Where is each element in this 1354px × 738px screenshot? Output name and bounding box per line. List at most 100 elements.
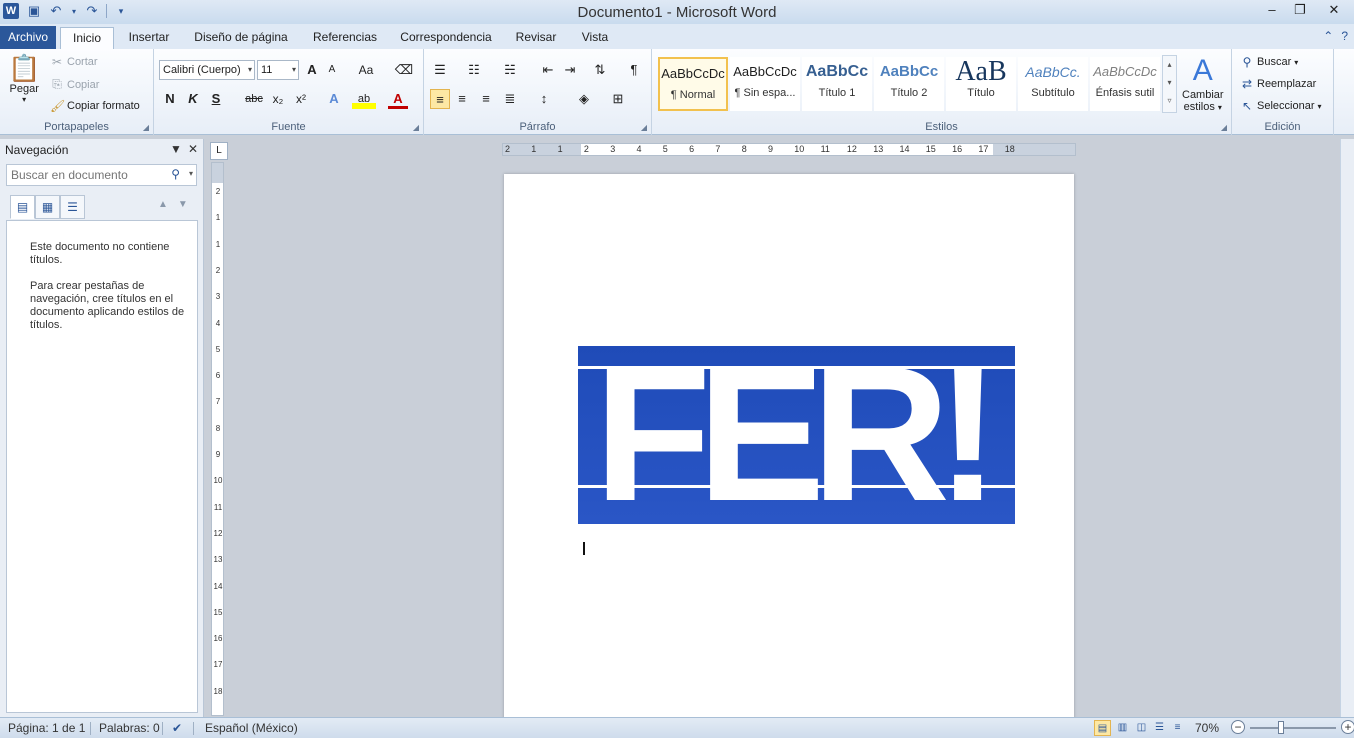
zoom-slider-thumb[interactable] <box>1278 721 1284 734</box>
align-center-icon[interactable]: ≡ <box>452 89 472 109</box>
tab-referencias[interactable]: Referencias <box>306 27 384 49</box>
undo-icon[interactable]: ↶ <box>48 3 64 19</box>
strikethrough-button[interactable]: abc <box>240 89 268 109</box>
style-titulo-2[interactable]: AaBbCc Título 2 <box>874 57 944 111</box>
numbering-icon[interactable]: ☷ <box>464 60 484 80</box>
style-sample: AaB <box>955 57 1007 87</box>
web-layout-icon[interactable]: ◫ <box>1133 720 1150 736</box>
page-count[interactable]: Página: 1 de 1 <box>8 721 85 735</box>
search-icon[interactable]: ⚲ <box>171 167 180 181</box>
paste-button[interactable]: 📋 Pegar ▾ <box>8 53 40 104</box>
word-count[interactable]: Palabras: 0 <box>99 721 160 735</box>
tab-diseno-de-pagina[interactable]: Diseño de página <box>186 27 296 49</box>
change-styles-button[interactable]: A Cambiar estilos ▾ <box>1182 53 1224 114</box>
minimize-ribbon-icon[interactable]: ⌃ <box>1323 29 1333 43</box>
font-size-select[interactable]: 11 ▾ <box>257 60 299 80</box>
language-indicator[interactable]: Español (México) <box>205 721 298 735</box>
bullets-icon[interactable]: ☰ <box>430 60 450 80</box>
align-right-icon[interactable]: ≡ <box>476 89 496 109</box>
text-effects-icon[interactable]: A <box>324 89 344 109</box>
search-document-input[interactable] <box>7 165 157 185</box>
browse-results-icon[interactable]: ☰ <box>60 195 85 219</box>
full-screen-reading-icon[interactable]: ▥ <box>1114 720 1131 736</box>
find-button[interactable]: ⚲ Buscar ▾ <box>1240 55 1299 69</box>
line-spacing-icon[interactable]: ↕ <box>534 89 554 109</box>
tab-insertar[interactable]: Insertar <box>120 27 178 49</box>
style-titulo-1[interactable]: AaBbCc Título 1 <box>802 57 872 111</box>
help-icon[interactable]: ? <box>1341 29 1348 43</box>
select-button[interactable]: ↖ Seleccionar ▾ <box>1240 99 1322 113</box>
styles-launcher-icon[interactable]: ◢ <box>1221 123 1227 132</box>
superscript-button[interactable]: x² <box>291 89 311 109</box>
replace-button[interactable]: ⇄ Reemplazar <box>1240 77 1316 91</box>
decrease-indent-icon[interactable]: ⇤ <box>538 60 558 80</box>
subscript-button[interactable]: x₂ <box>268 89 288 109</box>
copy-button[interactable]: ⎘ Copiar <box>50 77 99 92</box>
customize-qat-icon[interactable]: ▾ <box>113 3 129 19</box>
minimize-button[interactable]: ‒ <box>1258 0 1286 20</box>
style-enfasis-sutil[interactable]: AaBbCcDc Énfasis sutil <box>1090 57 1160 111</box>
document-page[interactable]: FER! <box>504 174 1074 724</box>
zoom-level[interactable]: 70% <box>1195 721 1219 735</box>
vertical-ruler[interactable]: 2 1 1 2 3 4 5 6 7 8 9 10 11 12 13 14 15 16 17 18 <box>211 162 224 716</box>
next-heading-icon[interactable]: ▼ <box>178 199 188 210</box>
outline-view-icon[interactable]: ☰ <box>1151 720 1168 736</box>
close-button[interactable]: ✕ <box>1314 0 1354 20</box>
pane-options-icon[interactable]: ▼ <box>170 142 182 156</box>
tab-archivo[interactable]: Archivo <box>0 26 56 49</box>
zoom-slider-track[interactable] <box>1250 727 1336 729</box>
style-titulo[interactable]: AaB Título <box>946 57 1016 111</box>
borders-icon[interactable]: ⊞ <box>608 89 628 109</box>
bold-button[interactable]: N <box>160 89 180 109</box>
redo-icon[interactable]: ↷ <box>84 3 100 19</box>
grow-font-button[interactable]: A <box>302 60 322 80</box>
underline-button[interactable]: S <box>206 89 226 109</box>
restore-button[interactable]: ❐ <box>1286 0 1314 20</box>
chevron-down-icon[interactable]: ▾ <box>189 169 193 178</box>
tab-inicio[interactable]: Inicio <box>60 27 114 49</box>
horizontal-ruler[interactable]: 2 1 1 2 3 4 5 6 7 8 9 10 11 12 13 14 15 16 17 18 <box>502 143 1076 156</box>
shrink-font-button[interactable]: A <box>322 60 342 80</box>
tab-revisar[interactable]: Revisar <box>508 27 564 49</box>
tab-correspondencia[interactable]: Correspondencia <box>394 27 498 49</box>
style-normal[interactable]: AaBbCcDc ¶ Normal <box>658 57 728 111</box>
sort-icon[interactable]: ⇅ <box>590 60 610 80</box>
previous-heading-icon[interactable]: ▲ <box>158 199 168 210</box>
font-name-select[interactable]: Calibri (Cuerpo) ▾ <box>159 60 255 80</box>
close-pane-icon[interactable]: ✕ <box>188 142 198 156</box>
style-subtitulo[interactable]: AaBbCc. Subtítulo <box>1018 57 1088 111</box>
paragraph-launcher-icon[interactable]: ◢ <box>641 123 647 132</box>
clear-formatting-icon[interactable]: ⌫ <box>394 60 414 80</box>
clipboard-launcher-icon[interactable]: ◢ <box>143 123 149 132</box>
increase-indent-icon[interactable]: ⇥ <box>560 60 580 80</box>
show-marks-button[interactable]: ¶ <box>624 60 644 80</box>
tab-vista[interactable]: Vista <box>574 27 616 49</box>
change-case-button[interactable]: Aa <box>352 60 380 80</box>
undo-dropdown-icon[interactable]: ▾ <box>70 3 78 19</box>
style-sin-espaciado[interactable]: AaBbCcDc ¶ Sin espa... <box>730 57 800 111</box>
justify-icon[interactable]: ≣ <box>500 89 520 109</box>
print-layout-icon[interactable]: ▤ <box>1094 720 1111 736</box>
shading-icon[interactable]: ◈ <box>574 89 594 109</box>
word-app-icon[interactable]: W <box>3 3 19 19</box>
draft-view-icon[interactable]: ≡ <box>1169 720 1186 736</box>
font-color-button[interactable]: A <box>388 89 408 109</box>
zoom-in-button[interactable]: + <box>1341 720 1354 734</box>
highlight-button[interactable]: ab <box>352 89 376 109</box>
align-left-icon[interactable]: ≡ <box>430 89 450 109</box>
styles-gallery-scroll[interactable]: ▴ ▾ ▿ <box>1162 55 1177 113</box>
tab-selector[interactable]: L <box>210 142 228 160</box>
save-icon[interactable]: ▣ <box>26 3 42 19</box>
zoom-out-button[interactable]: − <box>1231 720 1245 734</box>
cut-button[interactable]: ✂ Cortar <box>50 55 98 69</box>
vertical-scrollbar[interactable] <box>1340 139 1354 717</box>
font-launcher-icon[interactable]: ◢ <box>413 123 419 132</box>
browse-pages-icon[interactable]: ▦ <box>35 195 60 219</box>
format-painter-button[interactable]: 🖌 Copiar formato <box>50 99 140 113</box>
multilevel-list-icon[interactable]: ☵ <box>500 60 520 80</box>
fer-logo-image[interactable]: FER! <box>578 346 1015 524</box>
window-title: Documento1 - Microsoft Word <box>577 4 777 21</box>
proofing-icon[interactable]: ✔ <box>172 721 182 735</box>
italic-button[interactable]: K <box>183 89 203 109</box>
browse-headings-icon[interactable]: ▤ <box>10 195 35 219</box>
